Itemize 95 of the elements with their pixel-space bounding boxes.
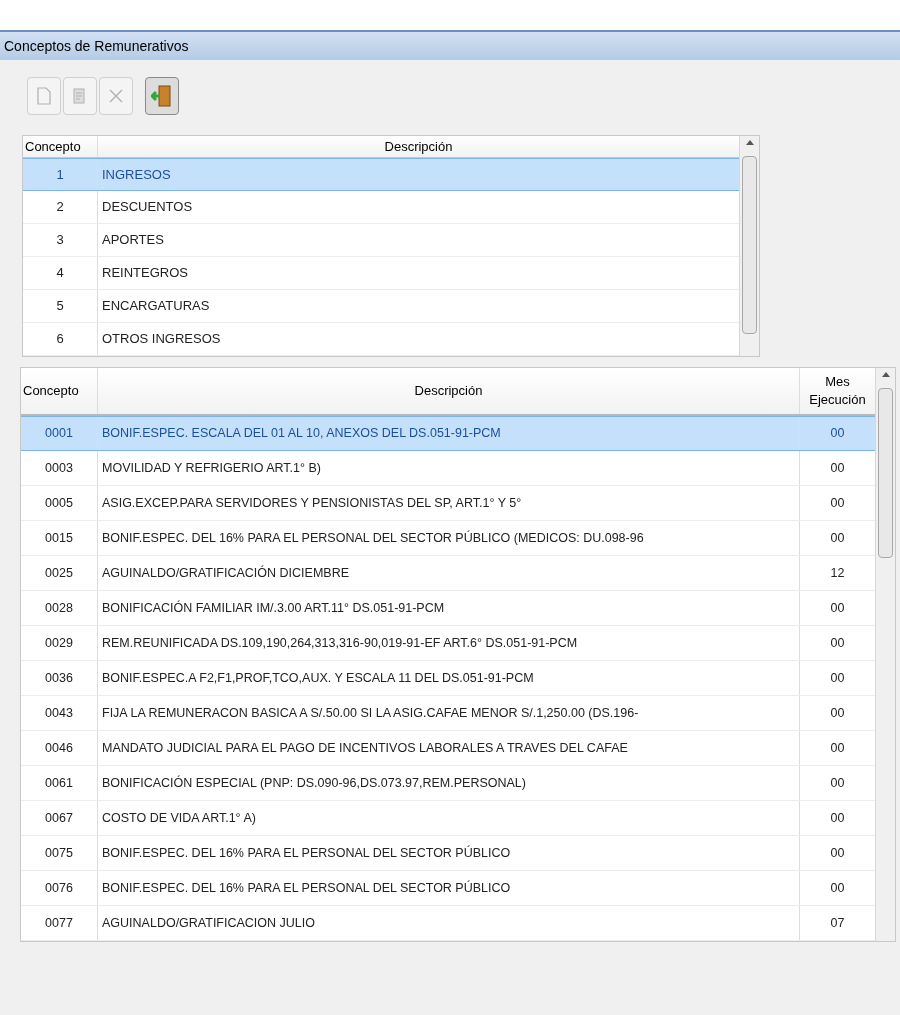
table-row[interactable]: 0075 BONIF.ESPEC. DEL 16% PARA EL PERSONAL DEL SECTOR PÚBLICO 00 — [21, 836, 875, 871]
table-cell: MANDATO JUDICIAL PARA EL PAGO DE INCENTIVOS LABORALES A TRAVES DEL CAFAE — [98, 731, 800, 765]
table-cell: BONIF.ESPEC.A F2,F1,PROF,TCO,AUX. Y ESCALA 11 DEL DS.051-91-PCM — [98, 661, 800, 695]
table-cell: 0077 — [21, 906, 98, 940]
column-header[interactable]: Concepto — [21, 368, 98, 414]
table-row[interactable]: 0067 COSTO DE VIDA ART.1° A) 00 — [21, 801, 875, 836]
column-header[interactable]: Concepto — [23, 136, 98, 157]
close-icon — [108, 88, 124, 104]
table-row[interactable]: 3 APORTES — [23, 224, 739, 257]
table-cell: BONIFICACIÓN FAMILIAR IM/.3.00 ART.11° DS.051-91-PCM — [98, 591, 800, 625]
table-row[interactable]: 0015 BONIF.ESPEC. DEL 16% PARA EL PERSONAL DEL SECTOR PÚBLICO (MEDICOS: DU.098-96 00 — [21, 521, 875, 556]
scroll-up-icon[interactable] — [881, 372, 890, 377]
table-cell: 1 — [23, 159, 98, 190]
table-row[interactable]: 0029 REM.REUNIFICADA DS.109,190,264,313,316-90,019-91-EF ART.6° DS.051-91-PCM 00 — [21, 626, 875, 661]
scrollbar[interactable] — [875, 368, 895, 941]
table-cell-text: 00 — [829, 425, 846, 443]
table-cell: BONIFICACIÓN ESPECIAL (PNP: DS.090-96,DS.073.97,REM.PERSONAL) — [98, 766, 800, 800]
table-cell: 0067 — [21, 801, 98, 835]
table-row[interactable]: 2 DESCUENTOS — [23, 191, 739, 224]
table-cell: 0003 — [21, 451, 98, 485]
scroll-thumb[interactable] — [742, 156, 757, 334]
table-cell: FIJA LA REMUNERACON BASICA A S/.50.00 SI LA ASIG.CAFAE MENOR S/.1,250.00 (DS.196- — [98, 696, 800, 730]
door-exit-icon — [151, 84, 173, 108]
table-cell: REM.REUNIFICADA DS.109,190,264,313,316-90,019-91-EF ART.6° DS.051-91-PCM — [98, 626, 800, 660]
table-cell-text: 00 — [829, 739, 846, 757]
table-row[interactable]: 0043 FIJA LA REMUNERACON BASICA A S/.50.00 SI LA ASIG.CAFAE MENOR S/.1,250.00 (DS.196- 00 — [21, 696, 875, 731]
table-cell: 5 — [23, 290, 98, 322]
table-cell: BONIF.ESPEC. DEL 16% PARA EL PERSONAL DEL SECTOR PÚBLICO — [98, 871, 800, 905]
notepad-icon — [72, 87, 88, 105]
table-cell-text: 00 — [829, 809, 846, 827]
table-cell-text: 00 — [829, 634, 846, 652]
table-cell-text: ENCARGATURAS — [101, 297, 211, 316]
table-row[interactable]: 0005 ASIG.EXCEP.PARA SERVIDORES Y PENSIONISTAS DEL SP, ART.1° Y 5° 00 — [21, 486, 875, 521]
table-row[interactable]: 0028 BONIFICACIÓN FAMILIAR IM/.3.00 ART.11° DS.051-91-PCM 00 — [21, 591, 875, 626]
table-cell: ASIG.EXCEP.PARA SERVIDORES Y PENSIONISTAS DEL SP, ART.1° Y 5° — [98, 486, 800, 520]
table-cell: 0036 — [21, 661, 98, 695]
table-cell-text: 00 — [829, 529, 846, 547]
table-cell-text: 00 — [829, 704, 846, 722]
table-cell: 2 — [23, 191, 98, 223]
table-cell: 0046 — [21, 731, 98, 765]
table-cell: 0015 — [21, 521, 98, 555]
table-row[interactable]: 0036 BONIF.ESPEC.A F2,F1,PROF,TCO,AUX. Y ESCALA 11 DEL DS.051-91-PCM 00 — [21, 661, 875, 696]
table-cell: MOVILIDAD Y REFRIGERIO ART.1° B) — [98, 451, 800, 485]
table-cell: AGUINALDO/GRATIFICACION JULIO — [98, 906, 800, 940]
table-cell: 6 — [23, 323, 98, 355]
table-cell: 0043 — [21, 696, 98, 730]
table-cell: COSTO DE VIDA ART.1° A) — [98, 801, 800, 835]
table-cell: 0076 — [21, 871, 98, 905]
table-row[interactable]: 4 REINTEGROS — [23, 257, 739, 290]
table-row[interactable]: 5 ENCARGATURAS — [23, 290, 739, 323]
table-row[interactable]: 0077 AGUINALDO/GRATIFICACION JULIO 07 — [21, 906, 875, 941]
table-row[interactable]: 0001 BONIF.ESPEC. ESCALA DEL 01 AL 10, ANEXOS DEL DS.051-91-PCM 00 — [21, 416, 875, 451]
blank-page-icon — [37, 87, 51, 105]
table-cell: AGUINALDO/GRATIFICACIÓN DICIEMBRE — [98, 556, 800, 590]
table-row[interactable]: 0025 AGUINALDO/GRATIFICACIÓN DICIEMBRE 12 — [21, 556, 875, 591]
table-cell-text: 00 — [829, 459, 846, 477]
toolbar-button[interactable] — [145, 77, 179, 115]
table-cell-text: OTROS INGRESOS — [101, 330, 222, 349]
table-cell: 0061 — [21, 766, 98, 800]
table-cell: 4 — [23, 257, 98, 289]
column-header[interactable]: Descripción — [98, 136, 739, 157]
table-cell: BONIF.ESPEC. ESCALA DEL 01 AL 10, ANEXOS DEL DS.051-91-PCM — [98, 417, 800, 450]
table-cell-text: 00 — [829, 599, 846, 617]
table-cell: BONIF.ESPEC. DEL 16% PARA EL PERSONAL DEL SECTOR PÚBLICO — [98, 836, 800, 870]
table-row[interactable]: 0046 MANDATO JUDICIAL PARA EL PAGO DE INCENTIVOS LABORALES A TRAVES DEL CAFAE 00 — [21, 731, 875, 766]
table-row[interactable]: 6 OTROS INGRESOS — [23, 323, 739, 356]
table-cell: 0001 — [21, 417, 98, 450]
table-cell: 0025 — [21, 556, 98, 590]
table-cell-text: 00 — [829, 494, 846, 512]
table-cell-text: APORTES — [101, 231, 165, 250]
table-cell-text: 00 — [829, 669, 846, 687]
table-row[interactable]: 1 INGRESOS — [23, 158, 739, 191]
table-cell-text: DESCUENTOS — [101, 198, 194, 217]
table-row[interactable]: 0076 BONIF.ESPEC. DEL 16% PARA EL PERSONAL DEL SECTOR PÚBLICO 00 — [21, 871, 875, 906]
scroll-thumb[interactable] — [878, 388, 893, 558]
table-cell: 0075 — [21, 836, 98, 870]
scrollbar[interactable] — [739, 136, 759, 356]
table-cell-text: 07 — [829, 914, 846, 932]
table-cell-text: 00 — [829, 879, 846, 897]
table-cell: 0029 — [21, 626, 98, 660]
table-cell: BONIF.ESPEC. DEL 16% PARA EL PERSONAL DEL SECTOR PÚBLICO (MEDICOS: DU.098-96 — [98, 521, 800, 555]
table-row[interactable]: 0003 MOVILIDAD Y REFRIGERIO ART.1° B) 00 — [21, 451, 875, 486]
table-cell: 3 — [23, 224, 98, 256]
table-cell-text: 12 — [829, 564, 846, 582]
table-cell-text: REINTEGROS — [101, 264, 189, 283]
column-header[interactable]: Mes Ejecución — [800, 368, 875, 414]
table-row[interactable]: 0061 BONIFICACIÓN ESPECIAL (PNP: DS.090-96,DS.073.97,REM.PERSONAL) 00 — [21, 766, 875, 801]
table-cell-text: 00 — [829, 774, 846, 792]
scroll-up-icon[interactable] — [745, 140, 754, 145]
column-header[interactable]: Descripción — [98, 368, 800, 414]
table-cell: 0005 — [21, 486, 98, 520]
table-cell-text: 00 — [829, 844, 846, 862]
window-title: Conceptos de Remunerativos — [4, 36, 189, 56]
table-cell: 0028 — [21, 591, 98, 625]
table-cell-text: INGRESOS — [101, 165, 172, 184]
